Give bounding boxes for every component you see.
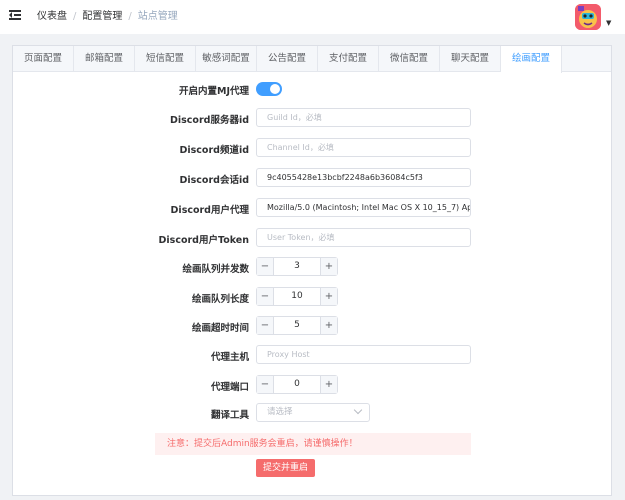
stepper-value[interactable]: 3 [274,258,320,275]
user-agent-input[interactable]: Mozilla/5.0 (Macintosh; Intel Mac OS X 1… [256,198,471,217]
server-id-input[interactable]: Guild Id，必填 [256,108,471,127]
settings-card: 页面配置 邮箱配置 短信配置 敏感词配置 公告配置 支付配置 微信配置 聊天配置… [12,45,612,496]
queue-length-stepper[interactable]: − 10 + [256,287,338,306]
session-id-label: Discord会话id [179,175,250,186]
tab-announcement[interactable]: 公告配置 [257,46,318,72]
user-token-label: Discord用户Token [158,235,249,246]
stepper-value[interactable]: 5 [274,317,320,334]
chevron-down-icon [353,405,363,415]
select-placeholder: 请选择 [267,407,293,417]
session-id-input[interactable]: 9c4055428e13bcbf2248a6b36084c5f3 [256,168,471,187]
queue-concurrency-label: 绘画队列并发数 [182,264,249,275]
chevron-down-icon[interactable]: ▼ [606,20,611,27]
breadcrumb-site: 站点管理 [137,11,178,22]
tab-drawing[interactable]: 绘画配置 [501,46,562,73]
tab-chat[interactable]: 聊天配置 [440,46,501,72]
timeout-stepper[interactable]: − 5 + [256,316,338,335]
proxy-port-label: 代理端口 [210,382,249,393]
stepper-value[interactable]: 10 [274,288,320,305]
tab-wechat[interactable]: 微信配置 [379,46,440,72]
increment-button[interactable]: + [320,376,337,393]
proxy-host-input[interactable]: Proxy Host [256,345,471,364]
translator-label: 翻译工具 [210,410,249,421]
switch-knob [270,84,280,94]
decrement-button[interactable]: − [257,288,274,305]
submit-restart-button[interactable]: 提交并重启 [256,459,315,477]
tab-bar: 页面配置 邮箱配置 短信配置 敏感词配置 公告配置 支付配置 微信配置 聊天配置… [13,46,611,73]
decrement-button[interactable]: − [257,317,274,334]
mj-proxy-switch[interactable] [256,82,282,96]
server-id-label: Discord服务器id [170,115,249,126]
timeout-label: 绘画超时时间 [191,323,249,334]
increment-button[interactable]: + [320,258,337,275]
tab-sms[interactable]: 短信配置 [135,46,196,72]
queue-length-label: 绘画队列长度 [191,294,249,305]
increment-button[interactable]: + [320,288,337,305]
breadcrumb-config[interactable]: 配置管理 [82,11,122,22]
breadcrumb-dashboard[interactable]: 仪表盘 [37,11,67,22]
breadcrumb-separator: / [128,11,132,22]
user-agent-label: Discord用户代理 [170,205,249,216]
mj-proxy-label: 开启内置MJ代理 [179,86,249,97]
translator-select[interactable]: 请选择 [256,403,370,422]
proxy-port-stepper[interactable]: − 0 + [256,375,338,394]
increment-button[interactable]: + [320,317,337,334]
top-navbar: 仪表盘 / 配置管理 / 站点管理 ▼ [0,0,625,34]
tab-payment[interactable]: 支付配置 [318,46,379,72]
tab-sensitive-words[interactable]: 敏感词配置 [196,46,257,72]
channel-id-input[interactable]: Channel Id，必填 [256,138,471,157]
channel-id-label: Discord频道id [179,145,250,156]
proxy-host-label: 代理主机 [210,352,249,363]
menu-fold-icon[interactable] [9,10,21,21]
queue-concurrency-stepper[interactable]: − 3 + [256,257,338,276]
user-token-input[interactable]: User Token，必填 [256,228,471,247]
avatar[interactable] [575,4,601,30]
decrement-button[interactable]: − [257,376,274,393]
breadcrumb-separator: / [73,11,77,22]
decrement-button[interactable]: − [257,258,274,275]
warning-alert: 注意：提交后Admin服务会重启，请谨慎操作！ [155,433,471,455]
stepper-value[interactable]: 0 [274,376,320,393]
tab-page[interactable]: 页面配置 [13,46,74,72]
tab-email[interactable]: 邮箱配置 [74,46,135,72]
breadcrumb: 仪表盘 / 配置管理 / 站点管理 [37,10,178,23]
